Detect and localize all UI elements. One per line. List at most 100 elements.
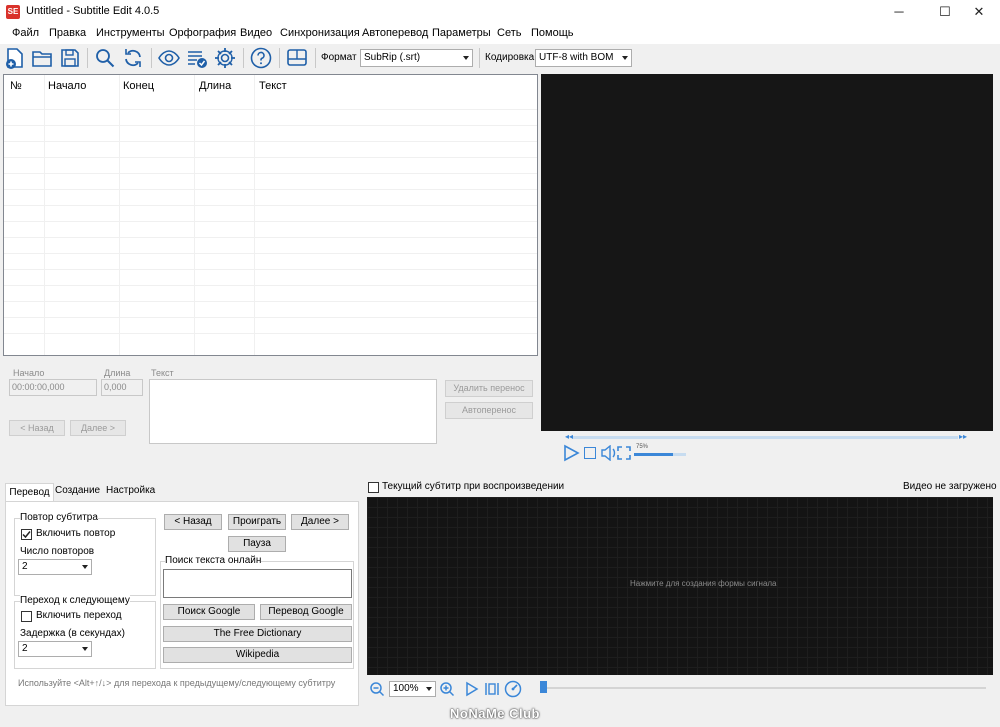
watermark: NoNaMe Club	[450, 706, 540, 721]
wikipedia-button[interactable]: Wikipedia	[163, 647, 352, 663]
layout-icon[interactable]	[285, 46, 309, 70]
column-start[interactable]: Начало	[48, 80, 86, 92]
help-icon[interactable]	[249, 46, 273, 70]
waveform-panel[interactable]: Нажмите для создания формы сигнала	[367, 497, 993, 675]
delay-select[interactable]: 2	[18, 641, 92, 657]
toolbar: Формат SubRip (.srt) Кодировка UTF-8 wit…	[0, 44, 1000, 72]
column-divider	[119, 75, 120, 355]
play-button[interactable]: Проиграть	[228, 514, 286, 530]
play-icon[interactable]	[562, 444, 580, 462]
free-dictionary-button[interactable]: The Free Dictionary	[163, 626, 352, 642]
encoding-select[interactable]: UTF-8 with BOM	[535, 49, 632, 67]
zoom-in-icon[interactable]	[439, 681, 455, 697]
pause-button[interactable]: Пауза	[228, 536, 286, 552]
row-divider	[4, 221, 537, 222]
row-divider	[4, 253, 537, 254]
column-duration[interactable]: Длина	[199, 80, 231, 92]
tab-create[interactable]: Создание	[55, 485, 100, 496]
column-divider	[44, 75, 45, 355]
row-divider	[4, 301, 537, 302]
zoom-select[interactable]: 100%	[389, 681, 436, 697]
waveform-placeholder: Нажмите для создания формы сигнала	[630, 579, 777, 588]
repeat-count-select[interactable]: 2	[18, 559, 92, 575]
app-icon: SE	[6, 5, 20, 19]
volume-slider[interactable]	[634, 453, 686, 456]
navigation-hint: Используйте <Alt+↑/↓> для перехода к пре…	[18, 678, 336, 688]
menu-tools[interactable]: Инструменты	[96, 27, 165, 39]
speedometer-icon[interactable]	[504, 680, 522, 698]
google-translate-button[interactable]: Перевод Google	[260, 604, 352, 620]
close-button[interactable]: ✕	[957, 0, 1000, 24]
settings-icon[interactable]	[213, 46, 237, 70]
waveform-position-thumb[interactable]	[540, 681, 547, 693]
menu-edit[interactable]: Правка	[49, 27, 86, 39]
format-select[interactable]: SubRip (.srt)	[360, 49, 473, 67]
menu-spellcheck[interactable]: Орфография	[169, 27, 236, 39]
fullscreen-icon[interactable]	[617, 446, 631, 460]
volume-icon[interactable]	[600, 445, 618, 461]
waveform-position-track[interactable]	[540, 687, 986, 689]
column-end[interactable]: Конец	[123, 80, 154, 92]
tab-translate[interactable]: Перевод	[5, 483, 54, 502]
menu-sync[interactable]: Синхронизация	[280, 27, 360, 39]
search-text-field[interactable]	[163, 569, 352, 598]
replace-icon[interactable]	[121, 46, 145, 70]
stop-icon[interactable]	[584, 447, 596, 459]
open-folder-icon[interactable]	[30, 46, 54, 70]
column-divider	[254, 75, 255, 355]
prev-button[interactable]: < Назад	[164, 514, 222, 530]
menu-autotranslate[interactable]: Автоперевод	[362, 27, 428, 39]
video-player[interactable]	[541, 74, 993, 431]
zoom-value: 100%	[393, 683, 419, 694]
next-subtitle-button[interactable]: Далее >	[70, 420, 126, 436]
title-bar: SE Untitled - Subtitle Edit 4.0.5 ─ ☐ ✕	[0, 0, 1000, 24]
auto-linebreak-button[interactable]: Автоперенос	[445, 402, 533, 419]
google-search-button[interactable]: Поиск Google	[163, 604, 255, 620]
subtitle-list[interactable]: № Начало Конец Длина Текст	[3, 74, 538, 356]
menu-options[interactable]: Параметры	[432, 27, 491, 39]
enable-repeat-label: Включить повтор	[36, 528, 116, 539]
video-position-track[interactable]	[572, 436, 958, 439]
start-time-field[interactable]: 00:00:00,000	[9, 379, 97, 396]
enable-next-label: Включить переход	[36, 610, 122, 621]
duration-label: Длина	[104, 368, 131, 378]
next-button[interactable]: Далее >	[291, 514, 349, 530]
column-text[interactable]: Текст	[259, 80, 287, 92]
row-divider	[4, 317, 537, 318]
find-icon[interactable]	[93, 46, 117, 70]
row-divider	[4, 333, 537, 334]
remove-linebreak-button[interactable]: Удалить перенос	[445, 380, 533, 397]
menu-network[interactable]: Сеть	[497, 27, 521, 39]
column-number[interactable]: №	[10, 80, 22, 92]
row-divider	[4, 125, 537, 126]
duration-field[interactable]: 0,000	[101, 379, 143, 396]
enable-repeat-checkbox[interactable]	[21, 529, 32, 540]
toolbar-separator	[243, 48, 244, 68]
menu-help[interactable]: Помощь	[531, 27, 574, 39]
zoom-out-icon[interactable]	[369, 681, 385, 697]
subtitle-text-area[interactable]	[149, 379, 437, 444]
spell-check-icon[interactable]	[185, 46, 209, 70]
visual-sync-icon[interactable]	[157, 46, 181, 70]
text-label: Текст	[151, 368, 174, 378]
save-icon[interactable]	[58, 46, 82, 70]
play-selection-icon[interactable]	[484, 681, 500, 697]
fast-forward-icon[interactable]: ▸▸	[959, 432, 967, 441]
enable-next-checkbox[interactable]	[21, 611, 32, 622]
next-group-title: Переход к следующему	[20, 595, 130, 606]
prev-subtitle-button[interactable]: < Назад	[9, 420, 65, 436]
menu-video[interactable]: Видео	[240, 27, 272, 39]
rewind-icon[interactable]: ◂◂	[565, 432, 573, 441]
menu-file[interactable]: Файл	[12, 27, 39, 39]
minimize-button[interactable]: ─	[877, 0, 921, 24]
tab-adjust[interactable]: Настройка	[106, 485, 155, 496]
volume-percent: 75%	[636, 444, 649, 450]
chevron-down-icon	[426, 687, 432, 691]
waveform-play-icon[interactable]	[464, 681, 480, 697]
new-file-icon[interactable]	[3, 46, 27, 70]
toolbar-separator	[151, 48, 152, 68]
row-divider	[4, 205, 537, 206]
current-subtitle-checkbox[interactable]	[368, 482, 379, 493]
row-divider	[4, 189, 537, 190]
start-time-value: 00:00:00,000	[12, 382, 65, 392]
